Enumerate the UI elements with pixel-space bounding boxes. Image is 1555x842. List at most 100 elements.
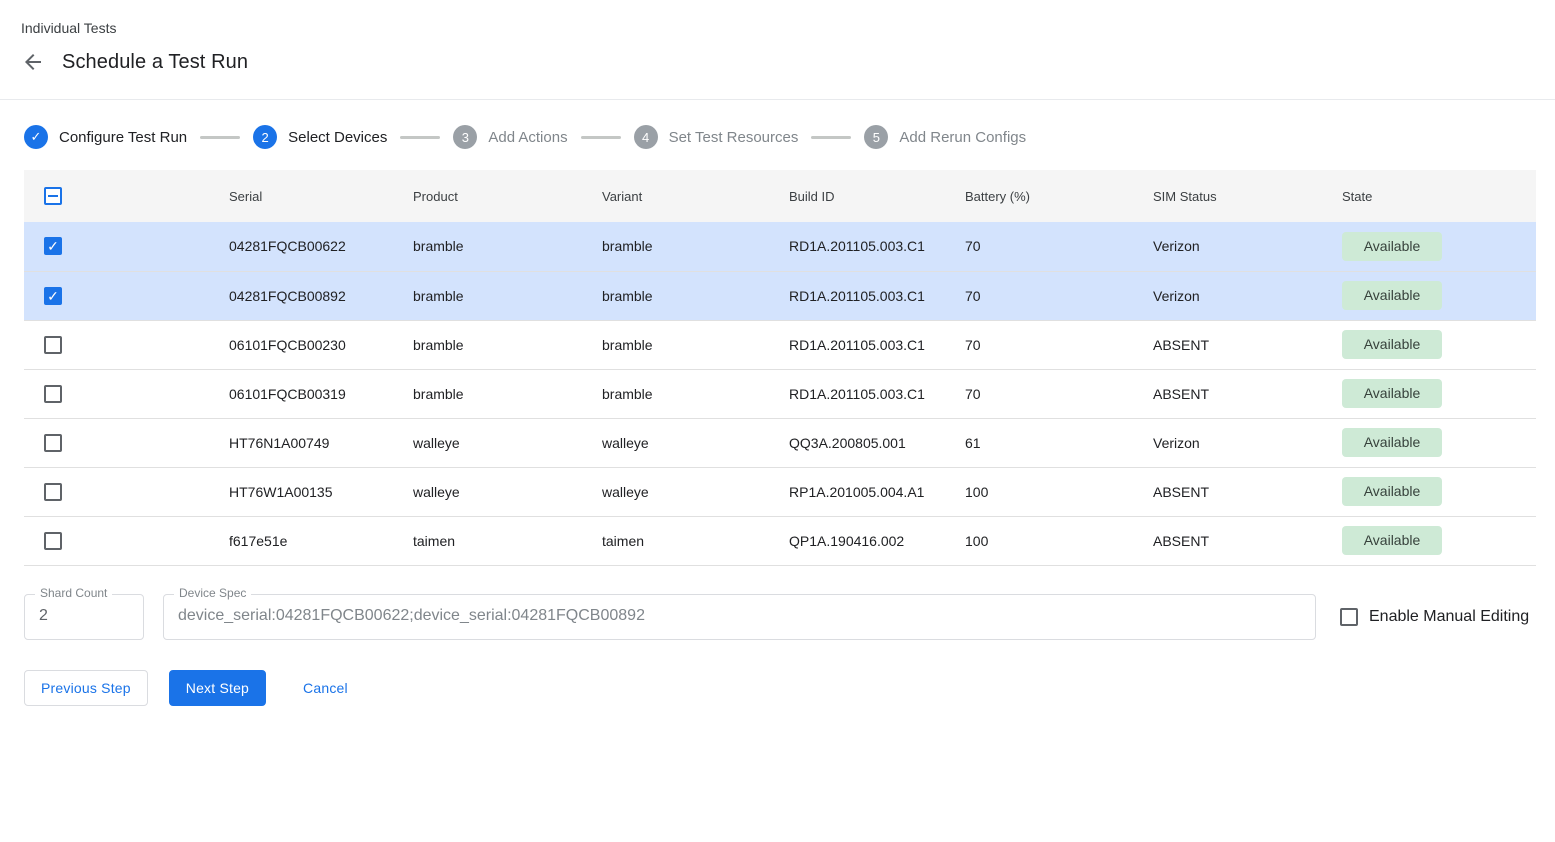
step-number: 4 (634, 125, 658, 149)
step-connector (400, 136, 440, 139)
devices-table: Serial Product Variant Build ID Battery … (24, 170, 1536, 566)
previous-step-button[interactable]: Previous Step (24, 670, 148, 706)
cell-serial: 04281FQCB00622 (205, 222, 389, 271)
step-label: Select Devices (288, 129, 387, 146)
step-number: 2 (253, 125, 277, 149)
cell-build-id: RD1A.201105.003.C1 (765, 222, 941, 271)
cell-battery: 70 (941, 271, 1129, 320)
step-label: Configure Test Run (59, 129, 187, 146)
cell-serial: HT76W1A00135 (205, 467, 389, 516)
stepper: ✓ Configure Test Run 2 Select Devices 3 Add A… (24, 124, 1555, 150)
device-spec-value[interactable]: device_serial:04281FQCB00622;device_seri… (164, 595, 1315, 637)
enable-manual-editing-label: Enable Manual Editing (1369, 608, 1529, 626)
cell-battery: 70 (941, 222, 1129, 271)
state-badge: Available (1342, 379, 1442, 408)
table-header-row: Serial Product Variant Build ID Battery … (24, 170, 1536, 222)
header-divider (0, 99, 1555, 100)
row-checkbox[interactable] (44, 483, 62, 501)
next-step-button[interactable]: Next Step (169, 670, 266, 706)
state-badge: Available (1342, 232, 1442, 261)
table-row[interactable]: ✓04281FQCB00622bramblebrambleRD1A.201105… (24, 222, 1536, 271)
cell-build-id: RD1A.201105.003.C1 (765, 369, 941, 418)
column-sim-status: SIM Status (1129, 170, 1318, 222)
cell-variant: bramble (578, 369, 765, 418)
step-label: Add Rerun Configs (899, 129, 1026, 146)
cell-product: walleye (389, 467, 578, 516)
step-connector (200, 136, 240, 139)
cell-battery: 61 (941, 418, 1129, 467)
cancel-button[interactable]: Cancel (287, 670, 364, 706)
table-row[interactable]: 06101FQCB00319bramblebrambleRD1A.201105.… (24, 369, 1536, 418)
table-row[interactable]: HT76N1A00749walleyewalleyeQQ3A.200805.00… (24, 418, 1536, 467)
cell-sim-status: ABSENT (1129, 369, 1318, 418)
column-product: Product (389, 170, 578, 222)
cell-serial: HT76N1A00749 (205, 418, 389, 467)
cell-variant: taimen (578, 516, 765, 565)
enable-manual-editing-checkbox[interactable] (1340, 608, 1358, 626)
row-checkbox[interactable] (44, 385, 62, 403)
cell-sim-status: ABSENT (1129, 516, 1318, 565)
table-row[interactable]: ✓04281FQCB00892bramblebrambleRD1A.201105… (24, 271, 1536, 320)
cell-product: bramble (389, 271, 578, 320)
row-checkbox[interactable] (44, 434, 62, 452)
state-badge: Available (1342, 281, 1442, 310)
shard-count-value[interactable]: 2 (25, 595, 143, 637)
cell-serial: 04281FQCB00892 (205, 271, 389, 320)
enable-manual-editing[interactable]: Enable Manual Editing (1340, 608, 1529, 626)
cell-variant: bramble (578, 320, 765, 369)
table-row[interactable]: HT76W1A00135walleyewalleyeRP1A.201005.00… (24, 467, 1536, 516)
actions-row: Previous Step Next Step Cancel (24, 670, 1531, 706)
cell-build-id: RD1A.201105.003.C1 (765, 320, 941, 369)
device-spec-field[interactable]: Device Spec device_serial:04281FQCB00622… (163, 594, 1316, 640)
row-checkbox[interactable] (44, 532, 62, 550)
step-number: 3 (453, 125, 477, 149)
step-connector (581, 136, 621, 139)
row-checkbox[interactable] (44, 336, 62, 354)
stepper-step-4[interactable]: 4Set Test Resources (634, 125, 799, 149)
cell-variant: bramble (578, 271, 765, 320)
cell-product: bramble (389, 222, 578, 271)
column-battery: Battery (%) (941, 170, 1129, 222)
device-spec-form: Shard Count 2 Device Spec device_serial:… (24, 594, 1531, 640)
cell-battery: 100 (941, 516, 1129, 565)
device-spec-label: Device Spec (174, 586, 251, 600)
table-row[interactable]: 06101FQCB00230bramblebrambleRD1A.201105.… (24, 320, 1536, 369)
table-row[interactable]: f617e51etaimentaimenQP1A.190416.002100AB… (24, 516, 1536, 565)
cell-build-id: QQ3A.200805.001 (765, 418, 941, 467)
check-icon: ✓ (24, 125, 48, 149)
cell-battery: 70 (941, 320, 1129, 369)
page-title: Schedule a Test Run (62, 51, 248, 74)
step-number: 5 (864, 125, 888, 149)
cell-sim-status: ABSENT (1129, 467, 1318, 516)
cell-product: taimen (389, 516, 578, 565)
cell-sim-status: Verizon (1129, 271, 1318, 320)
back-arrow-icon[interactable] (21, 50, 45, 74)
column-variant: Variant (578, 170, 765, 222)
state-badge: Available (1342, 526, 1442, 555)
step-connector (811, 136, 851, 139)
cell-variant: walleye (578, 418, 765, 467)
stepper-step-2[interactable]: 2 Select Devices (253, 125, 387, 149)
row-checkbox[interactable]: ✓ (44, 237, 62, 255)
cell-variant: walleye (578, 467, 765, 516)
cell-battery: 70 (941, 369, 1129, 418)
schedule-test-run-page: Individual Tests Schedule a Test Run ✓ Co… (0, 0, 1555, 706)
cell-serial: f617e51e (205, 516, 389, 565)
shard-count-field[interactable]: Shard Count 2 (24, 594, 144, 640)
column-build-id: Build ID (765, 170, 941, 222)
cell-variant: bramble (578, 222, 765, 271)
cell-product: walleye (389, 418, 578, 467)
step-label: Add Actions (488, 129, 567, 146)
cell-sim-status: ABSENT (1129, 320, 1318, 369)
stepper-step-1[interactable]: ✓ Configure Test Run (24, 125, 187, 149)
state-badge: Available (1342, 477, 1442, 506)
state-badge: Available (1342, 330, 1442, 359)
cell-serial: 06101FQCB00230 (205, 320, 389, 369)
page-header: Individual Tests Schedule a Test Run (0, 0, 1555, 78)
cell-battery: 100 (941, 467, 1129, 516)
stepper-step-3[interactable]: 3 Add Actions (453, 125, 567, 149)
row-checkbox[interactable]: ✓ (44, 287, 62, 305)
stepper-step-5[interactable]: 5 Add Rerun Configs (864, 125, 1026, 149)
cell-build-id: RP1A.201005.004.A1 (765, 467, 941, 516)
select-all-checkbox[interactable] (44, 187, 62, 205)
